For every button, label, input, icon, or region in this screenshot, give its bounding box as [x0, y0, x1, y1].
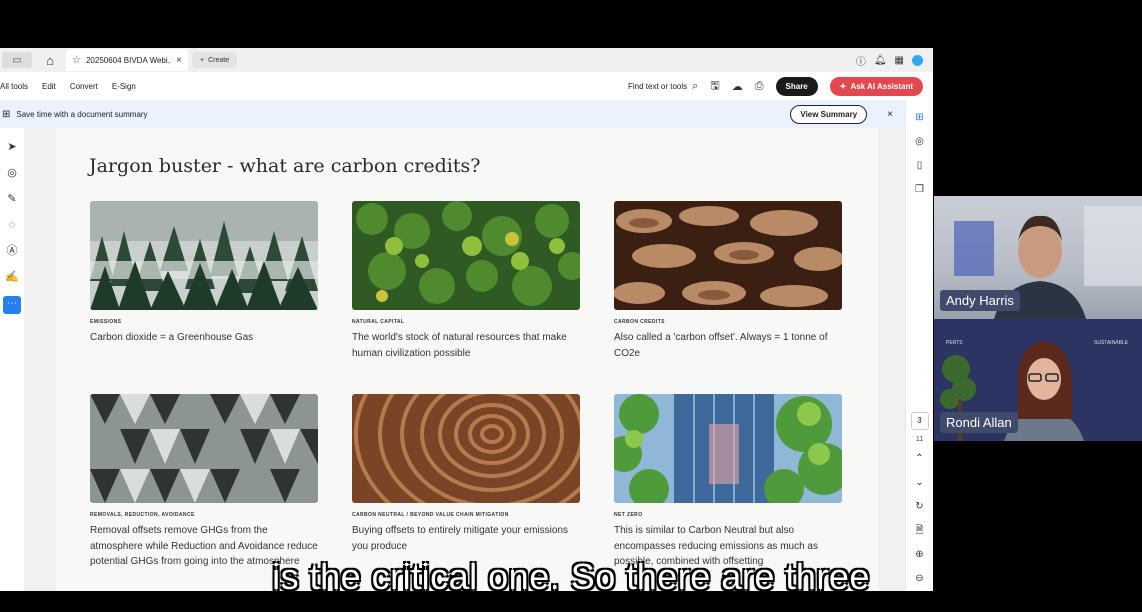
pages-icon[interactable]: ❐ — [910, 178, 930, 202]
more-tools-icon[interactable]: ⋯ — [3, 296, 21, 314]
window-icons: ⓘ 🔔︎ ▦ — [856, 53, 933, 68]
comment-panel-icon[interactable]: ◎ — [910, 130, 930, 154]
card-carbon-neutral: CARBON NEUTRAL / BEYOND VALUE CHAIN MITI… — [352, 394, 582, 554]
bell-icon[interactable]: 🔔︎ — [874, 55, 887, 66]
document-viewport[interactable]: Jargon buster - what are carbon credits? — [24, 128, 905, 591]
ai-sparkle-icon: ✦ — [839, 81, 847, 91]
card-description: Carbon dioxide = a Greenhouse Gas — [90, 332, 254, 343]
summary-text: Save time with a document summary — [16, 109, 148, 119]
svg-text:PERTS: PERTS — [946, 340, 963, 346]
card-natural-capital: NATURAL CAPITAL The world's stock of nat… — [352, 201, 582, 361]
help-icon[interactable]: ⓘ — [856, 53, 866, 68]
foggy-forest-image — [90, 201, 318, 310]
chevron-up-icon[interactable]: ⌃ — [910, 447, 930, 471]
card-description: Also called a 'carbon offset'. Always = … — [614, 332, 828, 359]
card-tag: NATURAL CAPITAL — [352, 319, 405, 325]
summary-panel-icon[interactable]: ⊞ — [910, 106, 930, 130]
card-tag: CARBON CREDITS — [614, 319, 665, 325]
page-number-field[interactable]: 3 — [910, 412, 929, 430]
summary-banner: ⊞ Save time with a document summary View… — [0, 100, 905, 128]
menu-edit[interactable]: Edit — [42, 82, 56, 91]
screen: ▭ ⌂ ☆ 20250604 BIVDA Webi... × + Create … — [0, 0, 1142, 612]
profile-avatar-icon[interactable] — [912, 54, 923, 66]
page-total: 11 — [915, 436, 924, 443]
left-tool-rail: ➤ ◎ ✎ ◌ Ⓐ ✍ ⋯ — [0, 128, 24, 591]
toolbar-right: Find text or tools ⌕ 🖫 ☁ ⎙ Share ✦ Ask A… — [628, 76, 933, 96]
refresh-icon[interactable]: ↻ — [910, 495, 930, 519]
plus-icon: + — [200, 56, 205, 64]
pen-icon[interactable]: ✎ — [2, 192, 22, 206]
tab-document[interactable]: ☆ 20250604 BIVDA Webi... × — [66, 49, 188, 71]
card-description: The world's stock of natural resources t… — [352, 332, 567, 359]
svg-text:SUSTAINABLE: SUSTAINABLE — [1094, 340, 1129, 346]
card-net-zero: NET ZERO This is similar to Carbon Neutr… — [614, 394, 844, 570]
share-button[interactable]: Share — [775, 76, 818, 96]
signature-icon[interactable]: ✍ — [2, 270, 22, 284]
card-removals: REMOVALS, REDUCTION, AVOIDANCE Removal o… — [90, 394, 320, 570]
tree-rings-image — [352, 394, 580, 503]
participant-name: Rondi Allan — [940, 412, 1018, 433]
text-box-icon[interactable]: Ⓐ — [2, 244, 22, 258]
upload-cloud-icon[interactable]: ☁ — [732, 80, 743, 93]
menu-convert[interactable]: Convert — [70, 82, 98, 91]
search-icon: ⌕ — [692, 79, 699, 92]
card-carbon-credits: CARBON CREDITS Also called a 'carbon off… — [614, 201, 844, 361]
ai-assistant-button[interactable]: ✦ Ask AI Assistant — [829, 76, 923, 96]
apps-grid-icon[interactable]: ▦ — [895, 55, 904, 66]
document-icon[interactable]: 🗎︎ — [910, 519, 930, 543]
card-tag: REMOVALS, REDUCTION, AVOIDANCE — [90, 512, 195, 518]
select-cursor-icon[interactable]: ➤ — [2, 140, 22, 154]
card-tag: EMISSIONS — [90, 319, 122, 325]
close-icon[interactable]: × — [887, 109, 893, 120]
triangle-mosaic-image — [90, 394, 318, 503]
subtitle-caption: is the critical one. So there are three — [272, 556, 870, 597]
card-tag: CARBON NEUTRAL / BEYOND VALUE CHAIN MITI… — [352, 512, 509, 518]
card-emissions: EMISSIONS Carbon dioxide = a Greenhouse … — [90, 201, 320, 346]
main-toolbar: All tools Edit Convert E-Sign Find text … — [0, 72, 933, 100]
star-icon[interactable]: ☆ — [72, 55, 81, 66]
video-tile-rondi: PERTS SUSTAINABLE Rondi Allan — [934, 319, 1142, 441]
comment-icon[interactable]: ◎ — [2, 166, 22, 180]
menu-esign[interactable]: E-Sign — [112, 82, 136, 91]
save-icon[interactable]: 🖫 — [710, 77, 719, 96]
tree-canopy-image — [352, 201, 580, 310]
right-tool-rail: ⊞ ◎ ▯ ❐ 3 11 ⌃ ⌄ ↻ 🗎︎ ⊕ ⊖ — [905, 100, 933, 591]
video-tile-andy: Andy Harris — [934, 196, 1142, 319]
sidebar-toggle-button[interactable]: ▭ — [2, 52, 32, 68]
summary-icon: ⊞ — [2, 108, 11, 120]
home-icon[interactable]: ⌂ — [40, 53, 60, 68]
print-icon[interactable]: ⎙ — [755, 80, 764, 93]
page-title: Jargon buster - what are carbon credits? — [89, 155, 481, 177]
card-description: Buying offsets to entirely mitigate your… — [352, 525, 569, 552]
bookmark-icon[interactable]: ▯ — [910, 154, 930, 178]
create-label: Create — [208, 56, 230, 64]
chevron-down-icon[interactable]: ⌄ — [910, 471, 930, 495]
menu-all-tools[interactable]: All tools — [0, 82, 28, 91]
participant-name: Andy Harris — [940, 290, 1020, 311]
ai-assistant-label: Ask AI Assistant — [850, 81, 913, 91]
lasso-icon[interactable]: ◌ — [2, 218, 22, 232]
building-greenery-image — [614, 394, 842, 503]
toolbar-menu: All tools Edit Convert E-Sign — [0, 82, 136, 91]
acrobat-window: ▭ ⌂ ☆ 20250604 BIVDA Webi... × + Create … — [0, 48, 933, 591]
bark-texture-image — [614, 201, 842, 310]
create-tab-button[interactable]: + Create — [192, 52, 238, 68]
card-tag: NET ZERO — [614, 512, 643, 518]
pdf-page: Jargon buster - what are carbon credits? — [56, 128, 878, 591]
close-icon[interactable]: × — [176, 55, 182, 66]
tab-title: 20250604 BIVDA Webi... — [85, 55, 172, 65]
find-label: Find text or tools — [628, 81, 688, 91]
view-summary-button[interactable]: View Summary — [790, 104, 868, 124]
find-tools[interactable]: Find text or tools ⌕ — [628, 80, 698, 93]
tab-bar: ▭ ⌂ ☆ 20250604 BIVDA Webi... × + Create … — [0, 48, 933, 72]
